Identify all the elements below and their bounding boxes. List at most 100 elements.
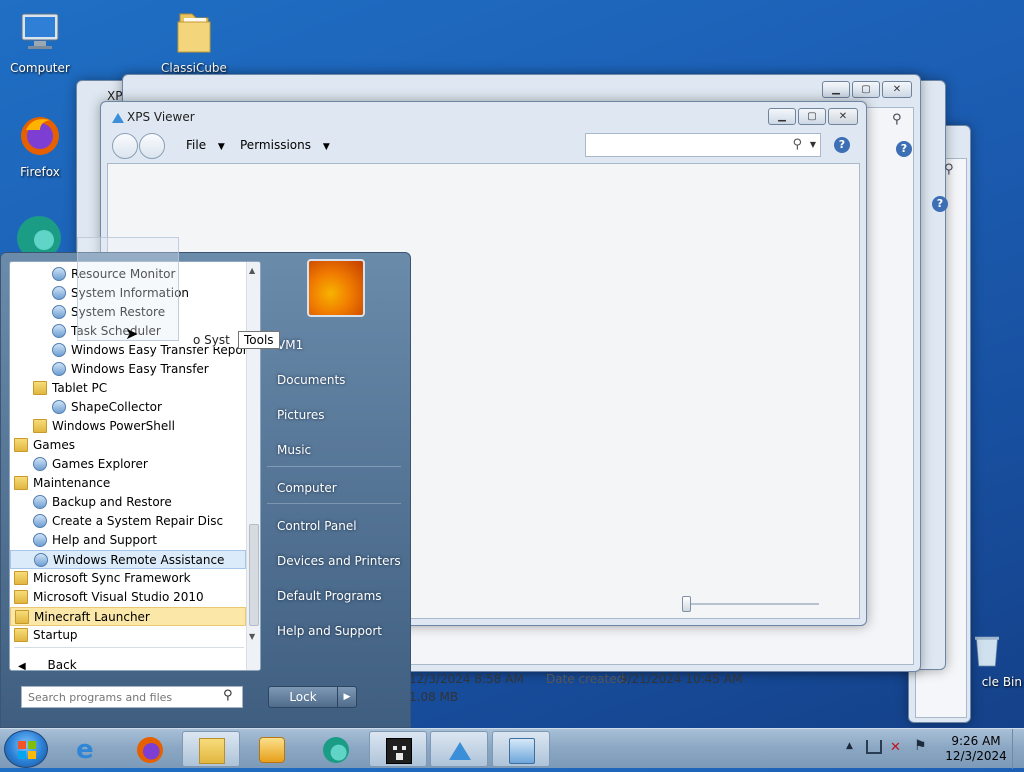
clock[interactable]: 9:26 AM 12/3/2024 bbox=[936, 734, 1016, 764]
scroll-up-arrow[interactable]: ▲ bbox=[249, 266, 255, 275]
desktop-icon-computer[interactable]: Computer bbox=[2, 8, 78, 75]
program-item[interactable]: Minecraft Launcher bbox=[10, 607, 246, 626]
taskbar-minecraft[interactable] bbox=[369, 731, 427, 767]
desktop-icon-label: ClassiCube bbox=[161, 61, 227, 75]
close-button[interactable]: ✕ bbox=[828, 108, 858, 125]
tooltip: Tools bbox=[238, 331, 280, 349]
program-item[interactable]: Microsoft Sync Framework bbox=[10, 569, 246, 588]
help-icon[interactable]: ? bbox=[896, 141, 912, 157]
desktop-icon-classicube[interactable]: ClassiCube bbox=[156, 8, 232, 75]
chevron-down-icon[interactable]: ▼ bbox=[810, 140, 816, 149]
taskbar-ie[interactable]: e bbox=[60, 731, 118, 767]
help-icon[interactable]: ? bbox=[834, 137, 850, 153]
program-icon bbox=[52, 362, 66, 376]
program-label: Create a System Repair Disc bbox=[52, 514, 224, 528]
program-item[interactable]: ShapeCollector bbox=[10, 398, 246, 417]
back-nav-button[interactable] bbox=[112, 133, 138, 159]
nav-buttons bbox=[112, 133, 168, 159]
lock-label: Lock bbox=[289, 690, 317, 704]
program-item[interactable]: Create a System Repair Disc bbox=[10, 512, 246, 531]
folder-icon bbox=[33, 381, 47, 395]
network-icon[interactable] bbox=[866, 740, 882, 754]
program-item[interactable]: Maintenance bbox=[10, 474, 246, 493]
start-right-item[interactable]: Control Panel bbox=[277, 519, 357, 533]
zoom-slider-thumb[interactable] bbox=[682, 596, 691, 612]
permissions-menu[interactable]: Permissions ▼ bbox=[240, 138, 330, 152]
forward-nav-button[interactable] bbox=[139, 133, 165, 159]
show-desktop-button[interactable] bbox=[1012, 729, 1024, 769]
desktop-icon-firefox[interactable]: Firefox bbox=[2, 112, 78, 179]
show-hidden-icons-button[interactable]: ▲ bbox=[846, 741, 853, 751]
computer-icon bbox=[21, 13, 59, 49]
start-search-input[interactable] bbox=[21, 686, 243, 708]
program-label: Backup and Restore bbox=[52, 495, 172, 509]
program-item[interactable]: Games Explorer bbox=[10, 455, 246, 474]
taskbar-control-panel[interactable] bbox=[492, 731, 550, 767]
minimize-button[interactable]: ▁ bbox=[822, 81, 850, 98]
start-right-item[interactable]: Help and Support bbox=[277, 624, 382, 638]
program-item[interactable]: Windows PowerShell bbox=[10, 417, 246, 436]
start-right-item[interactable]: Devices and Printers bbox=[277, 554, 401, 568]
program-item[interactable]: Microsoft Visual Studio 2010 bbox=[10, 588, 246, 607]
volume-muted-icon[interactable]: ✕ bbox=[890, 740, 901, 755]
mouse-cursor-icon: ➤ bbox=[125, 324, 139, 343]
program-icon bbox=[33, 457, 47, 471]
user-picture[interactable] bbox=[307, 259, 365, 317]
taskbar-edge[interactable] bbox=[307, 731, 365, 767]
scroll-thumb[interactable] bbox=[249, 524, 259, 626]
control-panel-icon bbox=[509, 738, 535, 764]
program-item[interactable]: Windows Remote Assistance bbox=[10, 550, 246, 569]
shutdown-options-button[interactable]: ▶ bbox=[337, 686, 357, 708]
taskbar-media-player[interactable] bbox=[243, 731, 301, 767]
start-right-item[interactable]: Default Programs bbox=[277, 589, 382, 603]
program-label: ShapeCollector bbox=[71, 400, 162, 414]
details-modified: 12/3/2024 8:58 AM bbox=[409, 672, 524, 686]
start-right-item[interactable]: Computer bbox=[277, 481, 337, 495]
internet-explorer-icon: e bbox=[76, 735, 94, 765]
program-item[interactable]: Startup bbox=[10, 626, 246, 645]
program-item[interactable]: Tablet PC bbox=[10, 379, 246, 398]
help-icon[interactable]: ? bbox=[932, 196, 948, 212]
clock-time: 9:26 AM bbox=[951, 734, 1001, 748]
minimize-button[interactable]: ▁ bbox=[768, 108, 796, 125]
lock-button[interactable]: Lock bbox=[268, 686, 338, 708]
start-button[interactable] bbox=[4, 730, 48, 768]
start-right-item[interactable]: Documents bbox=[277, 373, 345, 387]
action-center-flag-icon[interactable]: ⚑ bbox=[914, 738, 927, 754]
programs-scrollbar[interactable]: ▲ ▼ bbox=[246, 262, 260, 670]
caption-buttons: ▁ ▢ ✕ bbox=[768, 108, 858, 125]
file-menu-label: File bbox=[186, 138, 207, 152]
folder-icon bbox=[14, 628, 28, 642]
folder-icon bbox=[15, 610, 29, 624]
file-menu[interactable]: File ▼ bbox=[186, 138, 225, 152]
firefox-icon bbox=[137, 737, 163, 763]
maximize-button[interactable]: ▢ bbox=[798, 108, 826, 125]
back-separator bbox=[14, 647, 244, 648]
search-icon: ⚲ bbox=[892, 112, 902, 127]
find-box[interactable]: ⚲ ▼ bbox=[585, 133, 821, 157]
desktop-icon-edge[interactable] bbox=[14, 214, 64, 260]
taskbar-firefox[interactable] bbox=[121, 731, 179, 767]
search-icon: ⚲ bbox=[792, 137, 802, 152]
zoom-slider[interactable] bbox=[685, 603, 819, 605]
close-button[interactable]: ✕ bbox=[882, 81, 912, 98]
start-right-item[interactable]: Pictures bbox=[277, 408, 325, 422]
program-item[interactable]: Backup and Restore bbox=[10, 493, 246, 512]
program-item[interactable]: Games bbox=[10, 436, 246, 455]
start-right-item[interactable]: Music bbox=[277, 443, 311, 457]
taskbar-explorer[interactable] bbox=[182, 731, 240, 767]
folder-icon bbox=[199, 738, 225, 764]
maximize-button[interactable]: ▢ bbox=[852, 81, 880, 98]
desktop-icon-label: Firefox bbox=[20, 165, 60, 179]
start-right-item[interactable]: VM1 bbox=[277, 338, 303, 352]
media-player-icon bbox=[259, 737, 285, 763]
taskbar-xps-viewer[interactable] bbox=[430, 731, 488, 767]
program-item[interactable]: Help and Support bbox=[10, 531, 246, 550]
folder-icon bbox=[14, 590, 28, 604]
program-item[interactable]: Windows Easy Transfer bbox=[10, 360, 246, 379]
menu-separator bbox=[267, 466, 401, 467]
program-label: Help and Support bbox=[52, 533, 157, 547]
scroll-down-arrow[interactable]: ▼ bbox=[249, 632, 255, 641]
back-button[interactable]: ◀ Back bbox=[18, 658, 77, 670]
program-label: Games bbox=[33, 438, 75, 452]
